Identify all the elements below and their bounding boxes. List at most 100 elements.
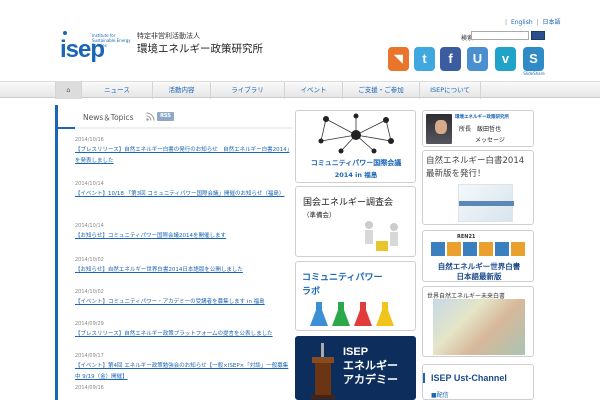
news-link[interactable]: 【プレスリリース】自然エネルギー政策プラットフォームの提言を公表しました (75, 329, 290, 340)
news-divider-accent (58, 127, 75, 129)
news-link[interactable]: 【お知らせ】コミュニティパワー国際会議2014を開催します (75, 231, 290, 242)
news-date: 2014/09/16 (75, 385, 104, 391)
whitepaper-line2: 最新版を発行！ (426, 169, 486, 179)
nav-item-support[interactable]: ご支援・ご参加 (342, 82, 419, 99)
rss-feed-icon[interactable] (146, 112, 155, 121)
academy-title: ISEP エネルギー アカデミー (343, 345, 413, 387)
wave-icon (431, 242, 445, 256)
rss-badge[interactable]: RSS (157, 112, 174, 121)
whitepaper-line1: 自然エネルギー白書2014 (426, 156, 525, 166)
ust-channel-subtitle: ■配信 (431, 392, 449, 399)
vimeo-icon[interactable]: v (495, 47, 516, 71)
news-header: News＆Topics RSS (58, 105, 289, 126)
podium-icon (311, 343, 335, 399)
diet-council-subtitle: （準備会） (303, 211, 336, 219)
news-divider (58, 127, 292, 129)
fire-icon (479, 242, 493, 256)
academy-line1: ISEP (343, 346, 369, 358)
nav-home-icon[interactable]: ⌂ (55, 82, 81, 99)
ren21-logo: REN21 (457, 234, 476, 240)
org-name[interactable]: 環境エネルギー政策研究所 (137, 41, 263, 56)
nav-item-library[interactable]: ライブラリ (210, 82, 284, 99)
isep-energy-academy-banner[interactable]: ISEP エネルギー アカデミー (295, 336, 416, 400)
slideshare-caption: SlideShare (523, 71, 545, 76)
director-message-link[interactable]: メッセージ (475, 135, 505, 144)
ustream-icon[interactable]: U (467, 47, 488, 71)
lab-title-line2: ラボ (302, 287, 321, 297)
japanese-link[interactable]: 日本語 (543, 19, 561, 26)
news-item: 2014/09/29 【プレスリリース】自然エネルギー政策プラットフォームの提言… (75, 321, 290, 340)
news-item: 2014/10/02 【イベント】コミュニティパワー・アカデミーの受講者を募集し… (75, 289, 290, 308)
news-date: 2014/10/16 (75, 137, 104, 143)
search-input[interactable] (471, 31, 529, 40)
ren21-gsr-box[interactable]: REN21 自然エネルギー世界白書 日本語最新版 (422, 230, 534, 282)
lang-separator: | (505, 19, 508, 26)
main-nav: ⌂ ニュース 活動内容 ライブラリ イベント ご支援・ご参加 ISEPについて (0, 81, 600, 99)
diet-council-title: 国会エネルギー調査会 (303, 198, 394, 208)
news-item: 2014/09/16 (75, 385, 290, 393)
diet-energy-council-banner[interactable]: 国会エネルギー調査会 （準備会） (295, 186, 416, 257)
news-date: 2014/10/02 (75, 257, 104, 263)
rss-icon[interactable]: ◥ (388, 47, 409, 71)
network-graphic-icon (318, 113, 394, 154)
news-item: 2014/10/14 【お知らせ】コミュニティパワー国際会議2014を開催します (75, 223, 290, 242)
community-power-conference-banner[interactable]: コミュニティパワー国際会議 2014 in 福島 (295, 110, 416, 183)
logo-dot (63, 31, 67, 35)
nav-item-news[interactable]: ニュース (81, 82, 152, 99)
conference-title: コミュニティパワー国際会議 (310, 159, 402, 167)
conference-subtitle: 2014 in 福島 (334, 171, 378, 179)
twitter-icon[interactable]: t (414, 47, 435, 71)
org-type: 特定非営利活動法人 (137, 32, 200, 40)
news-item: 2014/10/14 【イベント】10/18 「第3回 コミュニティパワー国際会… (75, 181, 290, 200)
lab-title-line1: コミュニティパワー (302, 273, 383, 283)
leaf-icon (511, 242, 525, 256)
nav-item-activities[interactable]: 活動内容 (152, 82, 210, 99)
language-links: | English | 日本語 (505, 17, 563, 26)
news-panel: News＆Topics RSS 2014/10/16 【プレスリリース】自然エネ… (55, 105, 292, 400)
director-message-box[interactable]: 環境エネルギー政策研究所 所長 飯田哲也 メッセージ (422, 110, 534, 147)
news-title: News＆Topics (83, 113, 134, 122)
ust-accent (423, 373, 425, 383)
news-item: 2014/10/02 【お知らせ】自然エネルギー世界白書2014日本語版を公開し… (75, 257, 290, 276)
nav-item-events[interactable]: イベント (284, 82, 342, 99)
academy-line3: アカデミー (343, 374, 398, 386)
nav-item-about[interactable]: ISEPについて (419, 82, 481, 99)
search-button[interactable] (531, 31, 545, 40)
news-item: 2014/10/16 【プレスリリース】自然エネルギー白書の発行のお知らせ 自然… (75, 137, 290, 167)
lang-separator: | (536, 19, 539, 26)
wind-icon (463, 242, 477, 256)
facebook-icon[interactable]: f (440, 47, 461, 71)
ren21-subtitle: 日本語最新版 (456, 272, 502, 281)
whitepaper-2014-box[interactable]: 自然エネルギー白書2014 最新版を発行！ (422, 150, 534, 225)
ust-channel-title: ISEP Ust-Channel (431, 373, 507, 383)
figures-illustration-icon (365, 221, 398, 251)
community-power-lab-banner[interactable]: コミュニティパワー ラボ (295, 261, 416, 331)
water-icon (495, 242, 509, 256)
news-date: 2014/09/17 (75, 353, 104, 359)
site-header: isep Institute for Sustainable Energy Po… (0, 0, 600, 80)
sun-icon (447, 242, 461, 256)
lab-title: コミュニティパワー ラボ (302, 271, 382, 299)
flasks-icon (310, 302, 394, 326)
whitepaper-title: 自然エネルギー白書2014 最新版を発行！ (426, 155, 532, 181)
news-date: 2014/09/29 (75, 321, 104, 327)
news-link[interactable]: 【イベント】第4回 エネルギー政策勉強会のお知らせ【一般×ISEP×「対談」一般… (75, 361, 290, 383)
news-link[interactable]: 【イベント】コミュニティパワー・アカデミーの受講者を募集します in 福島 (75, 297, 290, 308)
director-avatar (426, 114, 452, 144)
news-date: 2014/10/02 (75, 289, 104, 295)
news-link[interactable]: 【プレスリリース】自然エネルギー白書の発行のお知らせ 自然エネルギー白書2014… (75, 145, 290, 167)
news-date: 2014/10/14 (75, 181, 104, 187)
academy-line2: エネルギー (343, 360, 398, 372)
future-report-cover (433, 299, 525, 355)
cover-band (459, 201, 514, 206)
news-date: 2014/10/14 (75, 223, 104, 229)
news-link[interactable]: 【イベント】10/18 「第3回 コミュニティパワー国際会議」開催のお知らせ（福… (75, 189, 290, 200)
news-item: 2014/09/17 【イベント】第4回 エネルギー政策勉強会のお知らせ【一般×… (75, 353, 290, 383)
news-link[interactable]: 【お知らせ】自然エネルギー世界白書2014日本語版を公開しました (75, 265, 290, 276)
slideshare-icon[interactable]: S (523, 47, 544, 71)
director-name: 所長 飯田哲也 (459, 126, 502, 133)
ust-channel-box[interactable]: ISEP Ust-Channel ■配信 (422, 364, 534, 400)
english-link[interactable]: English (511, 19, 533, 26)
director-face (435, 120, 447, 134)
future-report-box[interactable]: 世界自然エネルギー未来白書 (422, 286, 534, 357)
